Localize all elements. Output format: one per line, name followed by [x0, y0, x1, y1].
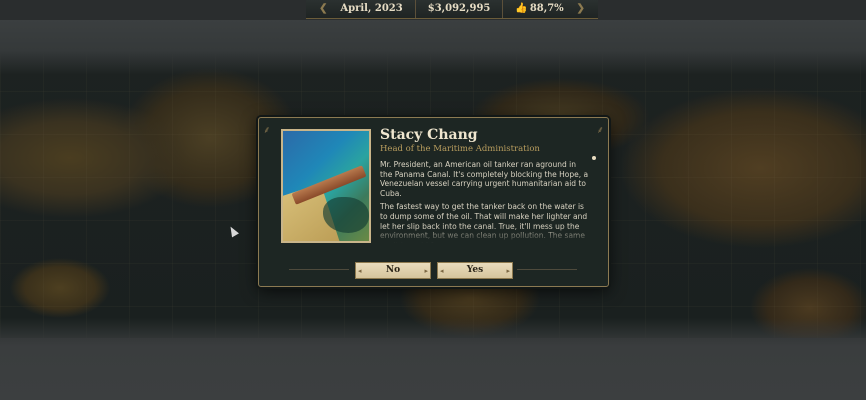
text-fade [380, 227, 590, 243]
current-date: April, 2023 [340, 3, 403, 14]
button-ornament-icon: ▸ [506, 266, 510, 275]
corner-ornament-icon: ⸙ [263, 125, 271, 136]
no-button-label: No [385, 265, 401, 275]
yes-button-label: Yes [466, 265, 484, 275]
thumbs-up-icon: 👍 [515, 3, 528, 14]
map-fog-top [0, 20, 866, 75]
yes-button[interactable]: ◂ Yes ▸ [437, 262, 513, 279]
speaker-name: Stacy Chang [380, 127, 478, 143]
button-ornament-icon: ◂ [440, 266, 444, 275]
button-ornament-icon: ▸ [424, 266, 428, 275]
right-ornament-icon: ❯ [576, 3, 585, 14]
approval-value: 88,7% [529, 3, 564, 14]
budget-value: $3,092,995 [414, 0, 503, 18]
event-dialog: ⸙ ⸙ Stacy Chang Head of the Maritime Adm… [258, 117, 609, 287]
event-message[interactable]: Mr. President, an American oil tanker ra… [380, 160, 590, 243]
left-ornament-icon: ❮ [319, 3, 328, 14]
divider-right [517, 269, 577, 270]
map-fog-bottom [0, 318, 866, 400]
corner-ornament-icon: ⸙ [596, 125, 605, 136]
speaker-portrait [281, 129, 371, 243]
no-button[interactable]: ◂ No ▸ [355, 262, 431, 279]
approval-rating: 👍 88,7% [502, 0, 575, 18]
scrollbar-thumb[interactable] [592, 156, 596, 160]
button-ornament-icon: ◂ [358, 266, 362, 275]
message-paragraph: Mr. President, an American oil tanker ra… [380, 160, 589, 198]
divider-left [289, 269, 349, 270]
speaker-role: Head of the Maritime Administration [380, 144, 540, 154]
top-status-bar: ❮ April, 2023 $3,092,995 👍 88,7% ❯ [306, 0, 598, 19]
